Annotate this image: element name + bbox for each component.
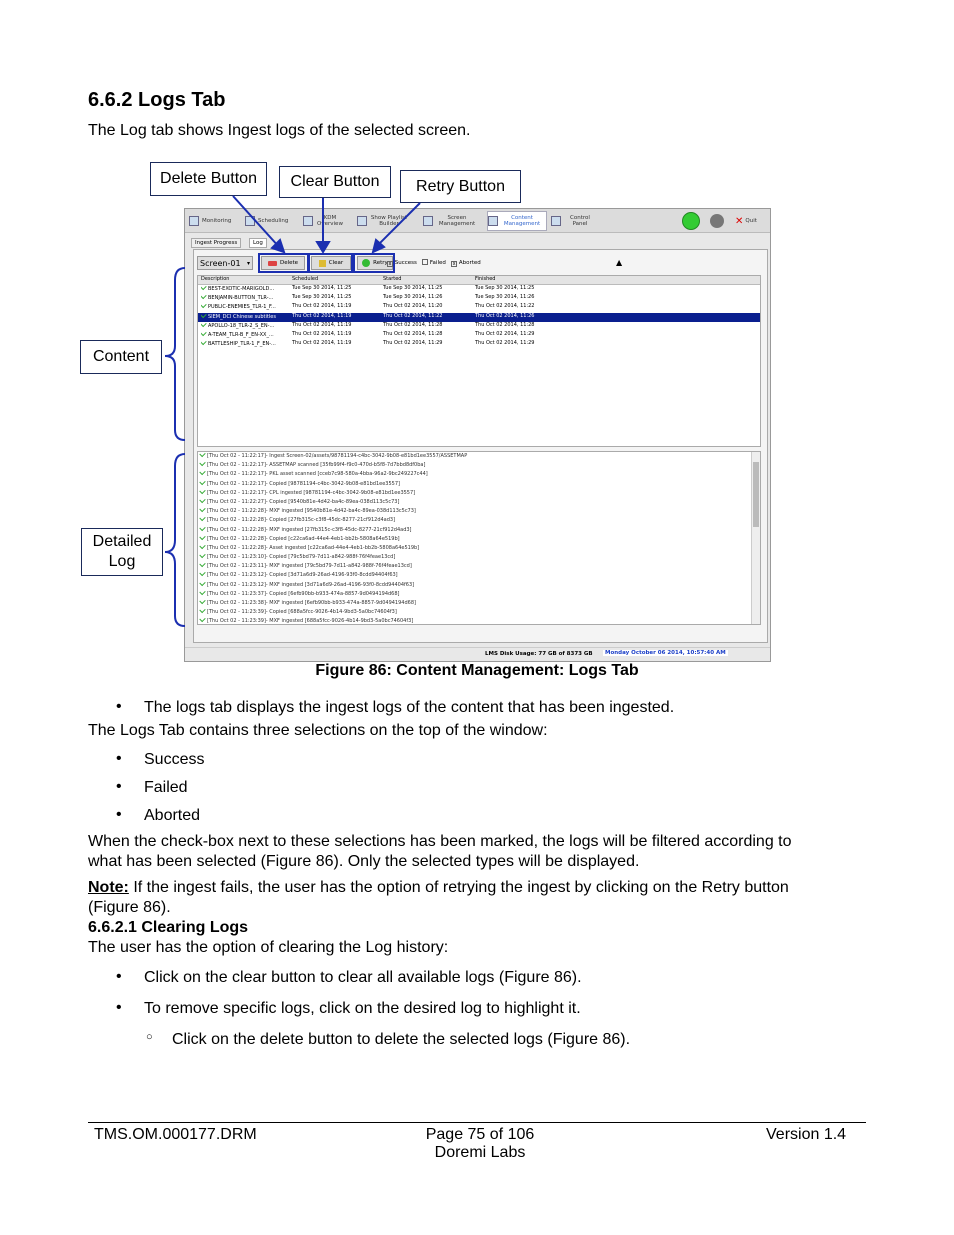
selection-failed: Failed <box>144 779 188 796</box>
selection-aborted: Aborted <box>144 807 201 824</box>
paragraph-selections: The Logs Tab contains three selections o… <box>88 722 548 739</box>
bullet-clear: Click on the clear button to clear all a… <box>144 969 582 986</box>
bullet-logs-tab: The logs tab displays the ingest logs of… <box>144 699 675 716</box>
clear-arrowhead-icon <box>315 241 331 254</box>
footer-version: Version 1.4 <box>766 1126 847 1143</box>
log-brace <box>164 453 186 627</box>
paragraph-filter-line2: what has been selected (Figure 86). Only… <box>88 853 640 870</box>
footer-doc-id: TMS.OM.000177.DRM <box>94 1126 257 1143</box>
footer-page-number: Page 75 of 106 <box>425 1126 535 1143</box>
paragraph-clearing: The user has the option of clearing the … <box>88 939 449 956</box>
bullet-remove: To remove specific logs, click on the de… <box>144 1000 581 1017</box>
note-line2: (Figure 86). <box>88 899 171 916</box>
subheading-clearing-logs: 6.6.2.1 Clearing Logs <box>88 919 249 936</box>
paragraph-filter-line1: When the check-box next to these selecti… <box>88 833 792 850</box>
footer-rule <box>88 1122 866 1123</box>
content-brace <box>164 267 186 441</box>
note-label: Note: <box>88 879 129 896</box>
delete-arrow-line <box>232 195 281 249</box>
bullet-dot-icon: • <box>116 750 122 767</box>
bullet-dot-icon: • <box>116 778 122 795</box>
bullet-dot-icon: • <box>116 698 122 715</box>
selection-success: Success <box>144 751 205 768</box>
bullet-dot-icon: • <box>116 999 122 1016</box>
figure-caption: Figure 86: Content Management: Logs Tab <box>315 662 639 679</box>
footer-company: Doremi Labs <box>434 1144 526 1161</box>
retry-arrow-line <box>377 202 421 246</box>
sub-bullet-delete: Click on the delete button to delete the… <box>172 1031 631 1048</box>
sub-bullet-circle-icon: ○ <box>146 1031 153 1043</box>
bullet-dot-icon: • <box>116 806 122 823</box>
bullet-dot-icon: • <box>116 968 122 985</box>
note-text: If the ingest fails, the user has the op… <box>128 879 789 896</box>
callout-connectors <box>164 195 421 627</box>
note-line1: Note: If the ingest fails, the user has … <box>88 878 789 898</box>
